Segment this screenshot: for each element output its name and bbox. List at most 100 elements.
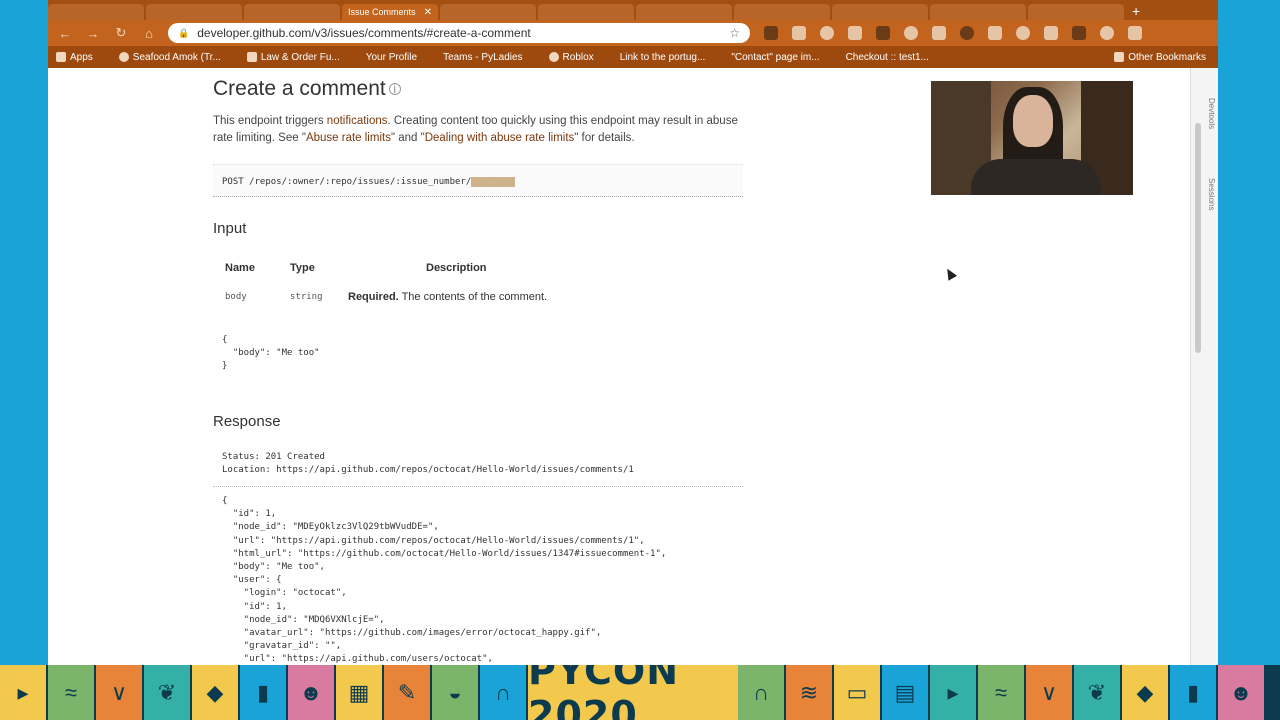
location-line: Location: https://api.github.com/repos/o…: [222, 465, 634, 475]
favicon-icon: [246, 52, 257, 62]
extension-icon[interactable]: [1128, 26, 1142, 40]
dealing-with-abuse-link[interactable]: Dealing with abuse rate limits: [425, 132, 575, 144]
speaker-face: [1013, 95, 1053, 147]
close-icon[interactable]: ✕: [424, 7, 432, 18]
param-description: Required. The contents of the comment.: [348, 291, 613, 303]
extension-icon[interactable]: [792, 26, 806, 40]
back-arrow-icon[interactable]: ←: [56, 26, 74, 41]
endpoint-path: POST /repos/:owner/:repo/issues/:issue_n…: [222, 177, 472, 187]
browser-tab-active[interactable]: Issue Comments ✕: [342, 4, 438, 20]
browser-tab[interactable]: [538, 4, 634, 20]
column-header: Type: [290, 262, 315, 274]
terminal-icon: ▸: [930, 665, 978, 720]
bookmark-label: Seafood Amok (Tr...: [132, 51, 221, 63]
tab-label: Issue Comments: [348, 7, 416, 17]
bookmark-label: Checkout :: test1...: [845, 51, 929, 63]
terminal-icon: ▸: [0, 665, 48, 720]
home-icon[interactable]: ⌂: [140, 26, 158, 41]
extension-icon[interactable]: [820, 26, 834, 40]
arch-icon: ∩: [480, 665, 528, 720]
bookmark-item[interactable]: Law & Order Fu...: [246, 51, 340, 63]
column-header: Name: [225, 262, 255, 274]
extension-icon[interactable]: [904, 26, 918, 40]
abuse-rate-limits-link[interactable]: Abuse rate limits: [306, 132, 391, 144]
bookmark-label: Teams - PyLadies: [443, 51, 523, 63]
browser-tab[interactable]: [440, 4, 536, 20]
browser-tab[interactable]: [930, 4, 1026, 20]
extension-icon[interactable]: [764, 26, 778, 40]
pycon-banner: ▸ ≈ ∨ ❦ ◆ ▮ ☻ ▦ ✎ ◒ ∩ PYCON 2020 ∩ ≋ ▭ ▤…: [0, 665, 1280, 720]
browser-tab[interactable]: [636, 4, 732, 20]
bookmark-label: Law & Order Fu...: [260, 51, 340, 63]
input-heading: Input: [213, 220, 247, 237]
endpoint-code: POST /repos/:owner/:repo/issues/:issue_n…: [213, 164, 743, 197]
new-tab-button[interactable]: +: [1132, 3, 1140, 20]
params-header-row: Name Type Description: [213, 256, 613, 280]
response-body-code: { "id": 1, "node_id": "MDEyOklzc3VlQ29tb…: [213, 493, 743, 665]
extension-icon[interactable]: [932, 26, 946, 40]
extension-icon[interactable]: [1016, 26, 1030, 40]
bars-icon: ▮: [240, 665, 288, 720]
bookmark-item[interactable]: "Contact" page im...: [731, 52, 819, 63]
table-row: body string Required. The contents of th…: [213, 280, 613, 314]
folder-icon: [1114, 52, 1125, 62]
required-label: Required.: [348, 291, 399, 303]
bookmark-item[interactable]: Teams - PyLadies: [443, 52, 522, 63]
keyboard-icon: ▦: [336, 665, 384, 720]
bookmark-label: Link to the portug...: [619, 51, 706, 63]
bookmark-apps[interactable]: Apps: [56, 52, 93, 63]
monitor-icon: ▭: [834, 665, 882, 720]
browser-tab[interactable]: [48, 4, 144, 20]
code-line: "body": "Me too": [222, 348, 320, 358]
extension-icon[interactable]: [848, 26, 862, 40]
feather-icon: ✎: [384, 665, 432, 720]
wave-icon: ≋: [786, 665, 834, 720]
robot-icon: ☻: [1218, 665, 1266, 720]
bookmark-item[interactable]: Seafood Amok (Tr...: [118, 51, 221, 63]
intro-text: " and ": [390, 132, 425, 144]
params-table: Name Type Description body string Requir…: [213, 256, 613, 314]
address-bar[interactable]: 🔒 developer.github.com/v3/issues/comment…: [168, 23, 750, 43]
reload-icon[interactable]: ↻: [112, 25, 130, 41]
pycon-logo: PYCON 2020: [528, 665, 738, 720]
page-title: Create a comment i: [213, 77, 401, 101]
notifications-link[interactable]: notifications: [327, 115, 388, 127]
extension-icon[interactable]: [1072, 26, 1086, 40]
intro-paragraph: This endpoint triggers notifications. Cr…: [213, 113, 753, 147]
apps-grid-icon: [56, 52, 66, 62]
info-icon[interactable]: i: [388, 83, 401, 95]
scroll-thumb[interactable]: [1195, 123, 1201, 353]
input-example-code: { "body": "Me too" }: [213, 330, 743, 374]
bookmark-item[interactable]: Roblox: [548, 52, 594, 63]
speaker-body: [971, 159, 1101, 195]
bars-icon: ▮: [1170, 665, 1218, 720]
bookmark-item[interactable]: Checkout :: test1...: [846, 52, 929, 63]
sessions-sidebar-label[interactable]: Sessions: [1207, 178, 1216, 210]
extension-icon[interactable]: [960, 26, 974, 40]
bookmark-item[interactable]: Your Profile: [366, 52, 417, 63]
browser-tab[interactable]: [1028, 4, 1124, 20]
extension-icon[interactable]: [1044, 26, 1058, 40]
browser-tab[interactable]: [734, 4, 830, 20]
response-heading: Response: [213, 413, 281, 430]
endpoint-highlight[interactable]: comments: [471, 177, 515, 187]
bookmark-item[interactable]: Link to the portug...: [620, 52, 706, 63]
bookmark-star-icon[interactable]: ☆: [729, 26, 740, 40]
extension-icon[interactable]: [1100, 26, 1114, 40]
bookmark-other[interactable]: Other Bookmarks: [1114, 52, 1206, 63]
forward-arrow-icon[interactable]: →: [84, 26, 102, 41]
browser-tab[interactable]: [146, 4, 242, 20]
bookmarks-bar: Apps Seafood Amok (Tr... Law & Order Fu.…: [48, 46, 1218, 68]
url-text: developer.github.com/v3/issues/comments/…: [197, 26, 531, 40]
status-line: Status: 201 Created: [222, 452, 325, 462]
bookmark-label: "Contact" page im...: [731, 51, 820, 63]
extension-icon[interactable]: [988, 26, 1002, 40]
browser-tab[interactable]: [244, 4, 340, 20]
vertical-scrollbar[interactable]: Devtools Sessions: [1190, 68, 1218, 665]
intro-text: This endpoint triggers: [213, 115, 327, 127]
pattern-icon: ◒: [432, 665, 480, 720]
extension-icon[interactable]: [876, 26, 890, 40]
browser-tab[interactable]: [832, 4, 928, 20]
devtools-sidebar-label[interactable]: Devtools: [1207, 98, 1216, 129]
param-type: string: [290, 292, 323, 302]
